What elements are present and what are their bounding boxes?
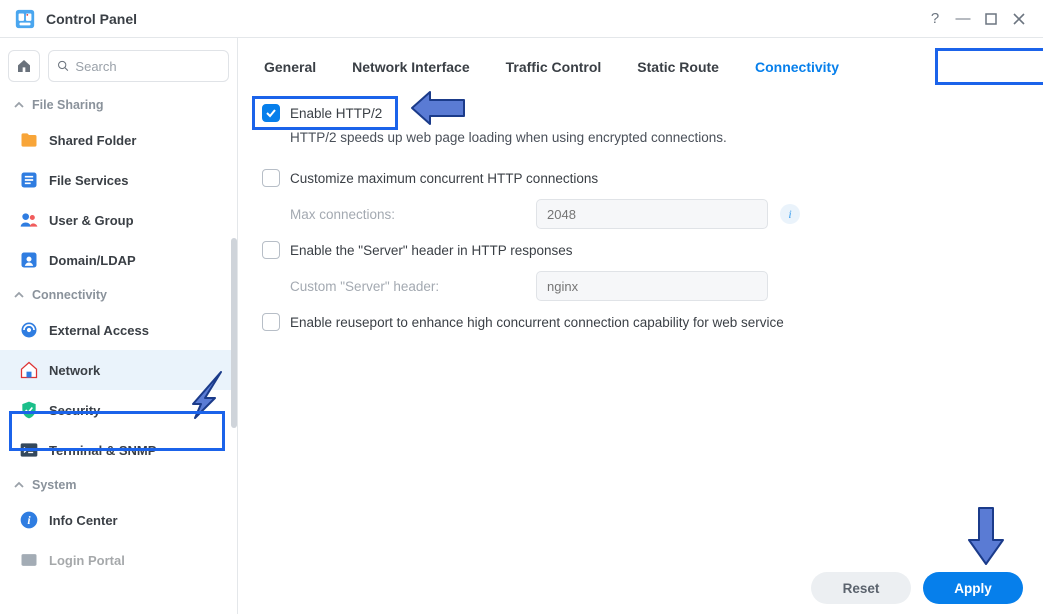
folder-icon xyxy=(19,130,39,150)
title-bar: Control Panel ? — xyxy=(0,0,1043,38)
section-connectivity[interactable]: Connectivity xyxy=(0,280,237,310)
input-max-connections xyxy=(536,199,768,229)
sidebar-item-login-portal[interactable]: Login Portal xyxy=(0,540,237,580)
sidebar-item-label: Login Portal xyxy=(49,553,125,568)
sidebar-item-terminal-snmp[interactable]: Terminal & SNMP xyxy=(0,430,237,470)
tab-general[interactable]: General xyxy=(262,56,318,78)
external-access-icon xyxy=(19,320,39,340)
help-button[interactable]: ? xyxy=(921,5,949,33)
file-services-icon xyxy=(19,170,39,190)
label-reuseport[interactable]: Enable reuseport to enhance high concurr… xyxy=(290,315,784,330)
tab-network-interface[interactable]: Network Interface xyxy=(350,56,471,78)
sidebar-item-security[interactable]: Security xyxy=(0,390,237,430)
info-max-connections[interactable]: i xyxy=(780,204,800,224)
http2-description: HTTP/2 speeds up web page loading when u… xyxy=(262,130,1015,161)
sidebar-item-label: File Services xyxy=(49,173,129,188)
sidebar-item-file-services[interactable]: File Services xyxy=(0,160,237,200)
checkbox-enable-http2[interactable] xyxy=(262,104,280,122)
tab-connectivity[interactable]: Connectivity xyxy=(753,56,841,78)
maximize-button[interactable] xyxy=(977,5,1005,33)
window-title: Control Panel xyxy=(46,11,921,27)
info-icon: i xyxy=(19,510,39,530)
section-label: Connectivity xyxy=(32,288,107,302)
annotation-arrow-apply xyxy=(965,504,1007,568)
tab-traffic-control[interactable]: Traffic Control xyxy=(504,56,604,78)
reset-button[interactable]: Reset xyxy=(811,572,911,604)
chevron-up-icon xyxy=(14,100,24,110)
sidebar-item-label: Shared Folder xyxy=(49,133,136,148)
checkbox-reuseport[interactable] xyxy=(262,313,280,331)
search-box[interactable] xyxy=(48,50,229,82)
content-area: General Network Interface Traffic Contro… xyxy=(238,38,1043,614)
search-icon xyxy=(57,59,69,73)
minimize-button[interactable]: — xyxy=(949,5,977,33)
tab-static-route[interactable]: Static Route xyxy=(635,56,721,78)
shield-icon xyxy=(19,400,39,420)
section-file-sharing[interactable]: File Sharing xyxy=(0,90,237,120)
sidebar-item-label: Domain/LDAP xyxy=(49,253,136,268)
sidebar-item-info-center[interactable]: i Info Center xyxy=(0,500,237,540)
input-custom-server xyxy=(536,271,768,301)
sidebar-item-external-access[interactable]: External Access xyxy=(0,310,237,350)
section-label: System xyxy=(32,478,76,492)
sidebar-scrollbar[interactable] xyxy=(231,238,237,428)
sidebar-item-label: User & Group xyxy=(49,213,134,228)
sidebar: File Sharing Shared Folder File Services… xyxy=(0,38,238,614)
terminal-icon xyxy=(19,440,39,460)
search-input[interactable] xyxy=(75,59,220,74)
domain-icon xyxy=(19,250,39,270)
checkbox-customize-max[interactable] xyxy=(262,169,280,187)
sidebar-item-user-group[interactable]: User & Group xyxy=(0,200,237,240)
checkbox-server-header[interactable] xyxy=(262,241,280,259)
sidebar-item-label: Info Center xyxy=(49,513,118,528)
chevron-up-icon xyxy=(14,480,24,490)
sidebar-item-label: Network xyxy=(49,363,100,378)
section-label: File Sharing xyxy=(32,98,104,112)
label-server-header[interactable]: Enable the "Server" header in HTTP respo… xyxy=(290,243,573,258)
network-icon xyxy=(19,360,39,380)
sidebar-item-network[interactable]: Network xyxy=(0,350,237,390)
apply-button[interactable]: Apply xyxy=(923,572,1023,604)
chevron-up-icon xyxy=(14,290,24,300)
sidebar-item-label: Terminal & SNMP xyxy=(49,443,156,458)
section-system[interactable]: System xyxy=(0,470,237,500)
tab-bar: General Network Interface Traffic Contro… xyxy=(238,38,1043,94)
home-button[interactable] xyxy=(8,50,40,82)
user-group-icon xyxy=(19,210,39,230)
sidebar-item-label: Security xyxy=(49,403,100,418)
close-button[interactable] xyxy=(1005,5,1033,33)
label-max-connections: Max connections: xyxy=(290,207,536,222)
sidebar-item-shared-folder[interactable]: Shared Folder xyxy=(0,120,237,160)
sidebar-item-label: External Access xyxy=(49,323,149,338)
label-custom-server: Custom "Server" header: xyxy=(290,279,536,294)
app-icon xyxy=(14,8,36,30)
sidebar-item-domain-ldap[interactable]: Domain/LDAP xyxy=(0,240,237,280)
login-portal-icon xyxy=(19,550,39,570)
label-customize-max[interactable]: Customize maximum concurrent HTTP connec… xyxy=(290,171,598,186)
check-icon xyxy=(265,107,277,119)
label-enable-http2[interactable]: Enable HTTP/2 xyxy=(290,106,382,121)
